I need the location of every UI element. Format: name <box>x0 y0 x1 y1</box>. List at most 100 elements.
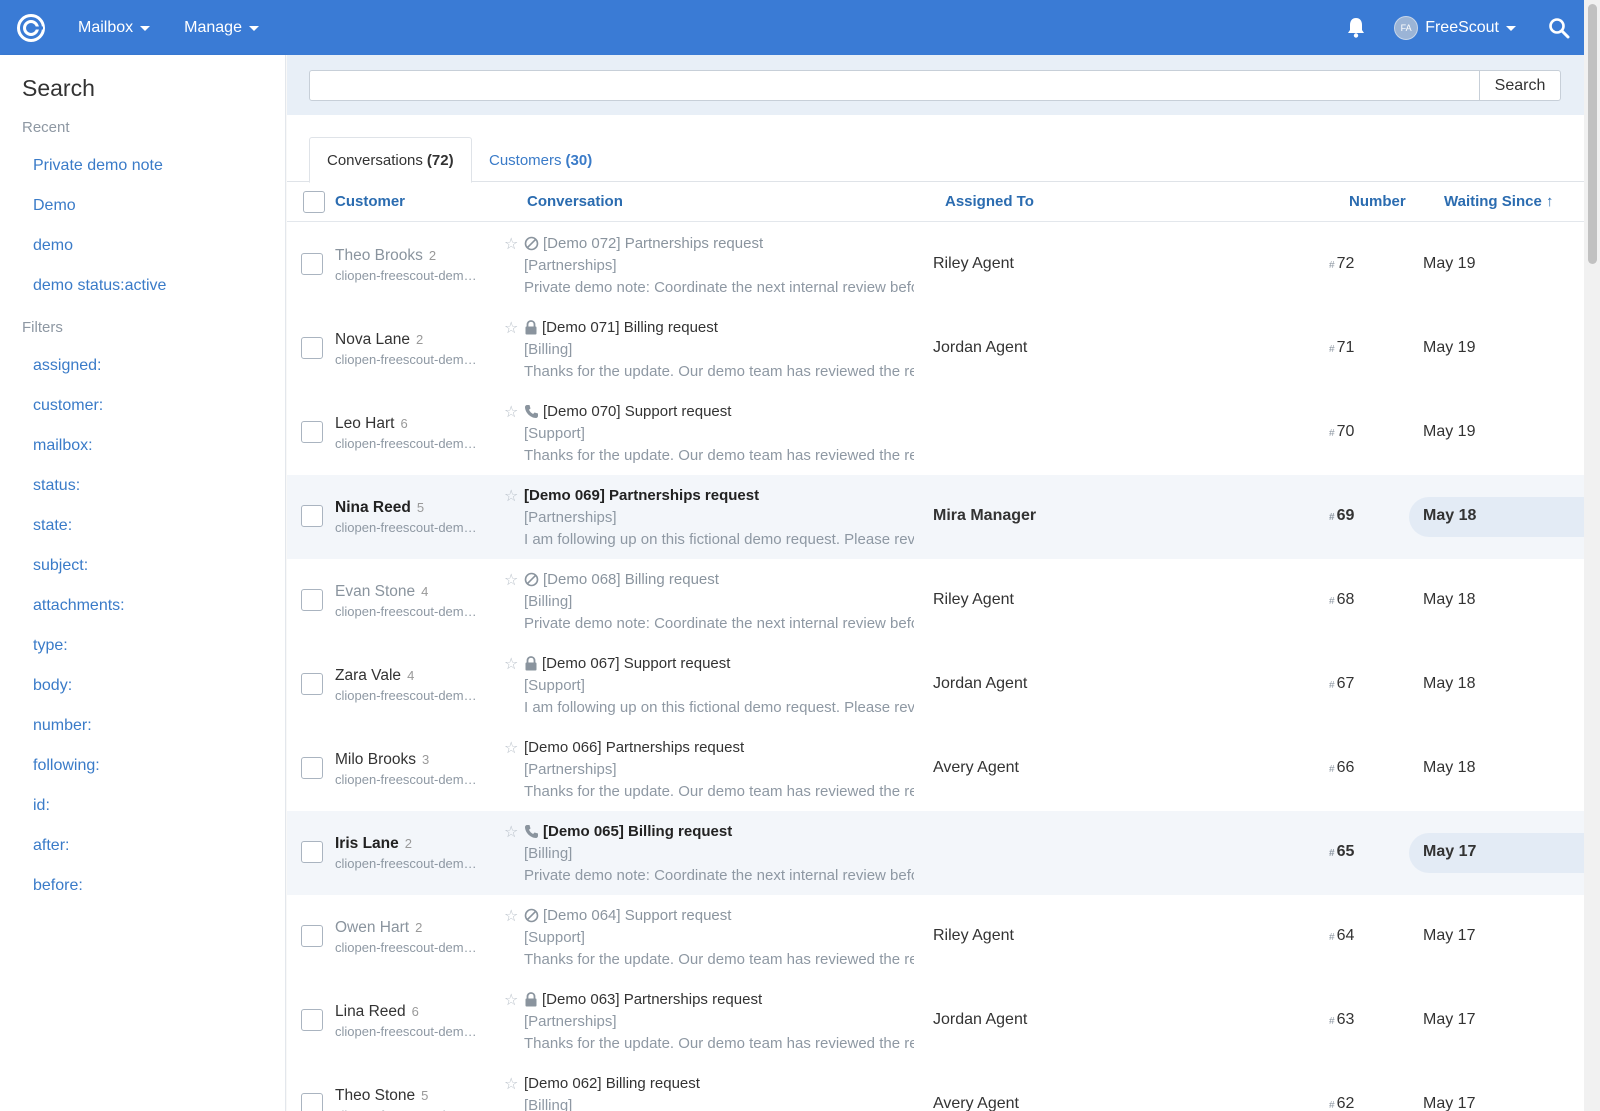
conversation-subject[interactable]: [Demo 069] Partnerships request <box>524 487 759 504</box>
filter-item[interactable]: customer: <box>33 397 103 415</box>
conversation-subject[interactable]: [Demo 063] Partnerships request <box>524 991 762 1008</box>
search-button[interactable]: Search <box>1479 70 1561 101</box>
row-checkbox[interactable] <box>301 757 323 779</box>
filter-item[interactable]: body: <box>33 677 72 695</box>
select-all-checkbox[interactable] <box>303 191 325 213</box>
table-row[interactable]: Milo Brooks 3 cliopen-freescout-demo-milo@… <box>287 727 1584 812</box>
conversation-subject[interactable]: [Demo 071] Billing request <box>524 319 718 336</box>
star-icon[interactable]: ☆ <box>504 486 518 506</box>
conversation-number[interactable]: #63 <box>1329 1011 1354 1029</box>
row-checkbox[interactable] <box>301 337 323 359</box>
bell-icon[interactable] <box>1346 17 1366 39</box>
tab-conversations[interactable]: Conversations (72) <box>309 137 472 183</box>
page-scrollbar[interactable] <box>1584 0 1600 1111</box>
customer-name[interactable]: Evan Stone 4 <box>335 583 428 601</box>
conversation-subject[interactable]: [Demo 066] Partnerships request <box>524 739 744 756</box>
conversation-number[interactable]: #67 <box>1329 675 1354 693</box>
conversation-number[interactable]: #64 <box>1329 927 1354 945</box>
row-checkbox[interactable] <box>301 1093 323 1111</box>
star-icon[interactable]: ☆ <box>504 570 518 590</box>
filter-item[interactable]: attachments: <box>33 597 125 615</box>
filter-item[interactable]: following: <box>33 757 100 775</box>
row-checkbox[interactable] <box>301 505 323 527</box>
conversation-number[interactable]: #72 <box>1329 255 1354 273</box>
star-icon[interactable]: ☆ <box>504 990 518 1010</box>
manage-menu[interactable]: Manage <box>184 19 259 37</box>
conversation-subject[interactable]: [Demo 062] Billing request <box>524 1075 700 1092</box>
column-header-assigned[interactable]: Assigned To <box>945 193 1034 210</box>
column-header-conversation[interactable]: Conversation <box>527 193 623 210</box>
conversation-subject[interactable]: [Demo 072] Partnerships request <box>524 235 763 252</box>
conversation-number[interactable]: #70 <box>1329 423 1354 441</box>
star-icon[interactable]: ☆ <box>504 906 518 926</box>
freescout-logo-icon[interactable] <box>14 11 48 45</box>
conversation-number[interactable]: #69 <box>1329 507 1354 525</box>
row-checkbox[interactable] <box>301 1009 323 1031</box>
column-header-waiting-since[interactable]: Waiting Since ↑ <box>1444 193 1553 210</box>
search-icon[interactable] <box>1548 17 1570 39</box>
filter-item[interactable]: after: <box>33 837 69 855</box>
star-icon[interactable]: ☆ <box>504 318 518 338</box>
table-row[interactable]: Zara Vale 4 cliopen-freescout-demo-zara@ex… <box>287 643 1584 728</box>
star-icon[interactable]: ☆ <box>504 234 518 254</box>
filter-item[interactable]: assigned: <box>33 357 102 375</box>
filter-item[interactable]: id: <box>33 797 50 815</box>
recent-search-item[interactable]: Demo <box>33 197 76 215</box>
row-checkbox[interactable] <box>301 421 323 443</box>
customer-name[interactable]: Iris Lane 2 <box>335 835 412 853</box>
star-icon[interactable]: ☆ <box>504 1074 518 1094</box>
filter-item[interactable]: number: <box>33 717 92 735</box>
row-checkbox[interactable] <box>301 841 323 863</box>
tab-customers[interactable]: Customers (30) <box>472 137 609 183</box>
table-row[interactable]: Owen Hart 2 cliopen-freescout-demo-owen@ex… <box>287 895 1584 980</box>
customer-name[interactable]: Owen Hart 2 <box>335 919 422 937</box>
table-row[interactable]: Nina Reed 5 cliopen-freescout-demo-nina@ex… <box>287 475 1584 560</box>
conversation-subject[interactable]: [Demo 065] Billing request <box>524 823 732 840</box>
table-row[interactable]: Theo Brooks 2 cliopen-freescout-demo-theo@… <box>287 223 1584 308</box>
conversation-number[interactable]: #62 <box>1329 1095 1354 1111</box>
table-row[interactable]: Iris Lane 2 cliopen-freescout-demo-iris@ex… <box>287 811 1584 896</box>
mailbox-menu[interactable]: Mailbox <box>78 19 151 37</box>
star-icon[interactable]: ☆ <box>504 822 518 842</box>
table-row[interactable]: Nova Lane 2 cliopen-freescout-demo-nova@ex… <box>287 307 1584 392</box>
table-row[interactable]: Leo Hart 6 cliopen-freescout-demo-leo@exam… <box>287 391 1584 476</box>
table-row[interactable]: Lina Reed 6 cliopen-freescout-demo-lina@ex… <box>287 979 1584 1064</box>
filter-item[interactable]: before: <box>33 877 83 895</box>
scrollbar-thumb[interactable] <box>1588 4 1597 264</box>
row-checkbox[interactable] <box>301 589 323 611</box>
table-row[interactable]: Theo Stone5cliopen-freescout-demo-theo-s… <box>287 1063 1584 1111</box>
conversation-number[interactable]: #71 <box>1329 339 1354 357</box>
customer-name[interactable]: Zara Vale 4 <box>335 667 414 685</box>
conversation-number[interactable]: #68 <box>1329 591 1354 609</box>
filter-item[interactable]: mailbox: <box>33 437 93 455</box>
filter-item[interactable]: type: <box>33 637 68 655</box>
customer-name[interactable]: Lina Reed 6 <box>335 1003 419 1021</box>
filter-item[interactable]: status: <box>33 477 80 495</box>
search-input[interactable] <box>309 70 1480 101</box>
conversation-subject[interactable]: [Demo 068] Billing request <box>524 571 719 588</box>
conversation-subject[interactable]: [Demo 064] Support request <box>524 907 731 924</box>
star-icon[interactable]: ☆ <box>504 402 518 422</box>
customer-name[interactable]: Milo Brooks 3 <box>335 751 429 769</box>
filter-item[interactable]: subject: <box>33 557 88 575</box>
customer-name[interactable]: Theo Stone 5 <box>335 1087 428 1105</box>
customer-name[interactable]: Leo Hart 6 <box>335 415 408 433</box>
conversation-subject[interactable]: [Demo 067] Support request <box>524 655 730 672</box>
customer-name[interactable]: Nova Lane 2 <box>335 331 423 349</box>
star-icon[interactable]: ☆ <box>504 738 518 758</box>
recent-search-item[interactable]: Private demo note <box>33 157 163 175</box>
column-header-number[interactable]: Number <box>1349 193 1406 210</box>
conversation-number[interactable]: #65 <box>1329 843 1354 861</box>
user-menu[interactable]: FA FreeScout <box>1394 15 1516 40</box>
row-checkbox[interactable] <box>301 253 323 275</box>
row-checkbox[interactable] <box>301 925 323 947</box>
customer-name[interactable]: Nina Reed 5 <box>335 499 424 517</box>
filter-item[interactable]: state: <box>33 517 72 535</box>
customer-name[interactable]: Theo Brooks 2 <box>335 247 436 265</box>
recent-search-item[interactable]: demo status:active <box>33 277 166 295</box>
star-icon[interactable]: ☆ <box>504 654 518 674</box>
row-checkbox[interactable] <box>301 673 323 695</box>
table-row[interactable]: Evan Stone 4 cliopen-freescout-demo-evan@e… <box>287 559 1584 644</box>
conversation-subject[interactable]: [Demo 070] Support request <box>524 403 731 420</box>
conversation-number[interactable]: #66 <box>1329 759 1354 777</box>
